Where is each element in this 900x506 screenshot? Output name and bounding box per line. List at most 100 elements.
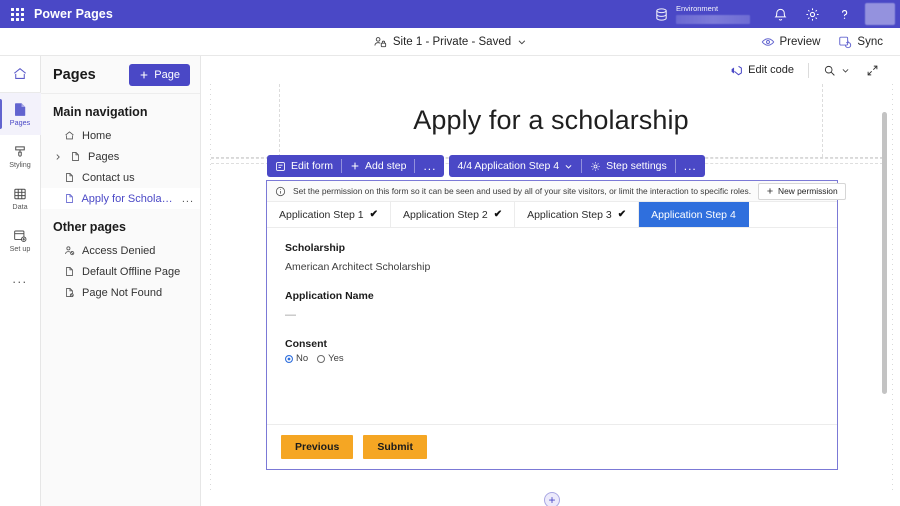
check-icon: ✔ — [494, 209, 502, 220]
page-item-access-denied[interactable]: Access Denied — [41, 240, 200, 261]
suite-header-right: Environment — [654, 0, 900, 28]
radio-button[interactable] — [317, 355, 325, 363]
preview-label: Preview — [780, 36, 821, 48]
settings-button[interactable] — [796, 0, 828, 28]
notifications-button[interactable] — [764, 0, 796, 28]
new-page-label: Page — [154, 69, 180, 81]
page-item-contact-us[interactable]: Contact us — [41, 167, 200, 188]
consent-radio-group: No Yes — [285, 353, 819, 364]
field-application-name: Application Name — — [285, 290, 819, 321]
help-icon — [837, 7, 852, 22]
submit-button[interactable]: Submit — [363, 435, 427, 459]
pages-panel: Pages Page Main navigation Home — [41, 56, 201, 506]
eye-icon — [761, 35, 775, 49]
canvas-vertical-scrollbar[interactable] — [882, 112, 887, 394]
new-page-button[interactable]: Page — [129, 64, 190, 86]
canvas-guide-right — [887, 84, 897, 506]
add-step-label: Add step — [365, 160, 406, 172]
rail-label-setup: Set up — [10, 245, 31, 253]
rail-item-pages[interactable]: Pages — [0, 93, 41, 135]
form-floating-toolbar: Edit form Add step ... — [267, 155, 705, 177]
field-label: Scholarship — [285, 242, 819, 254]
code-icon — [730, 64, 743, 77]
permission-message: Set the permission on this form so it ca… — [293, 186, 751, 196]
form-component[interactable]: Edit form Add step ... — [266, 180, 838, 470]
tab-application-step-2[interactable]: Application Step 2 ✔ — [391, 202, 515, 227]
edit-code-button[interactable]: Edit code — [723, 61, 801, 80]
page-icon — [63, 172, 76, 183]
info-icon — [275, 186, 286, 197]
step-more-options-button[interactable]: ... — [676, 155, 705, 177]
step-selector-button[interactable]: 4/4 Application Step 4 — [449, 155, 581, 177]
tab-application-step-3[interactable]: Application Step 3 ✔ — [515, 202, 639, 227]
page-item-pages[interactable]: Pages — [41, 146, 200, 167]
sync-label: Sync — [857, 36, 883, 48]
tab-application-step-1[interactable]: Application Step 1 ✔ — [267, 202, 391, 227]
rail-item-home[interactable] — [0, 60, 41, 88]
rail-item-styling[interactable]: Styling — [0, 135, 41, 177]
page-item-home[interactable]: Home — [41, 125, 200, 146]
page-label-home: Home — [82, 130, 111, 142]
field-value: — — [285, 309, 819, 321]
tab-label: Application Step 3 — [527, 209, 612, 221]
new-permission-button[interactable]: New permission — [758, 183, 846, 200]
environment-label: Environment — [676, 4, 750, 13]
rail-more-button[interactable]: ... — [0, 261, 41, 295]
edit-form-button[interactable]: Edit form — [267, 155, 341, 177]
consent-option-label: Yes — [328, 353, 344, 364]
other-pages-title: Other pages — [41, 209, 200, 240]
page-label-access-denied: Access Denied — [82, 245, 155, 257]
page-item-page-not-found[interactable]: Page Not Found — [41, 282, 200, 303]
form-action-buttons: Previous Submit — [267, 424, 837, 469]
environment-value-redacted — [676, 15, 750, 24]
command-bar: Site 1 - Private - Saved Preview — [0, 28, 900, 56]
app-launcher-button[interactable] — [0, 8, 34, 21]
tab-application-step-4[interactable]: Application Step 4 — [639, 202, 749, 227]
table-icon — [12, 186, 28, 202]
rail-item-setup[interactable]: Set up — [0, 219, 41, 261]
main-navigation-title: Main navigation — [41, 94, 200, 125]
expand-icon — [866, 64, 879, 77]
environment-picker[interactable]: Environment — [654, 4, 750, 24]
preview-button[interactable]: Preview — [754, 32, 828, 52]
rail-label-styling: Styling — [9, 161, 31, 169]
field-consent: Consent No Yes — [285, 338, 819, 364]
form-more-options-button[interactable]: ... — [415, 155, 444, 177]
page-icon — [63, 193, 75, 204]
previous-button[interactable]: Previous — [281, 435, 353, 459]
form-toolbar-group-step: 4/4 Application Step 4 — [449, 155, 704, 177]
tab-label: Application Step 2 — [403, 209, 488, 221]
check-icon: ✔ — [370, 209, 378, 220]
bell-icon — [773, 7, 788, 22]
consent-option-no[interactable]: No — [285, 353, 308, 364]
account-button[interactable] — [860, 0, 900, 28]
add-step-button[interactable]: Add step — [342, 155, 414, 177]
page-title-container[interactable]: Apply for a scholarship — [279, 84, 823, 157]
help-button[interactable] — [828, 0, 860, 28]
rail-item-data[interactable]: Data — [0, 177, 41, 219]
radio-button[interactable] — [285, 355, 293, 363]
page-item-apply-for-scholarship[interactable]: Apply for Scholars... ... — [41, 188, 200, 209]
page-row-more-button[interactable]: ... — [182, 193, 194, 205]
page-item-default-offline-page[interactable]: Default Offline Page — [41, 261, 200, 282]
check-icon: ✔ — [618, 209, 626, 220]
consent-option-label: No — [296, 353, 308, 364]
chevron-right-icon[interactable] — [53, 153, 63, 161]
sync-button[interactable]: Sync — [831, 32, 890, 52]
zoom-control-button[interactable] — [816, 61, 857, 80]
page-icon — [63, 266, 76, 277]
design-canvas: Edit code — [201, 56, 900, 506]
add-component-button[interactable]: + — [544, 492, 560, 506]
sync-icon — [838, 35, 852, 49]
expand-canvas-button[interactable] — [859, 61, 886, 80]
page-header-zone[interactable]: Apply for a scholarship — [211, 84, 883, 158]
tab-label: Application Step 4 — [651, 209, 736, 221]
step-settings-button[interactable]: Step settings — [582, 155, 675, 177]
site-selector[interactable]: Site 1 - Private - Saved — [367, 33, 533, 51]
power-pages-design-studio: Power Pages Environment — [0, 0, 900, 506]
page-not-found-icon — [63, 287, 76, 298]
consent-option-yes[interactable]: Yes — [317, 353, 344, 364]
left-rail: Pages Styling Data — [0, 56, 41, 506]
gear-icon — [590, 161, 601, 172]
page-surface: Apply for a scholarship — [211, 84, 883, 506]
